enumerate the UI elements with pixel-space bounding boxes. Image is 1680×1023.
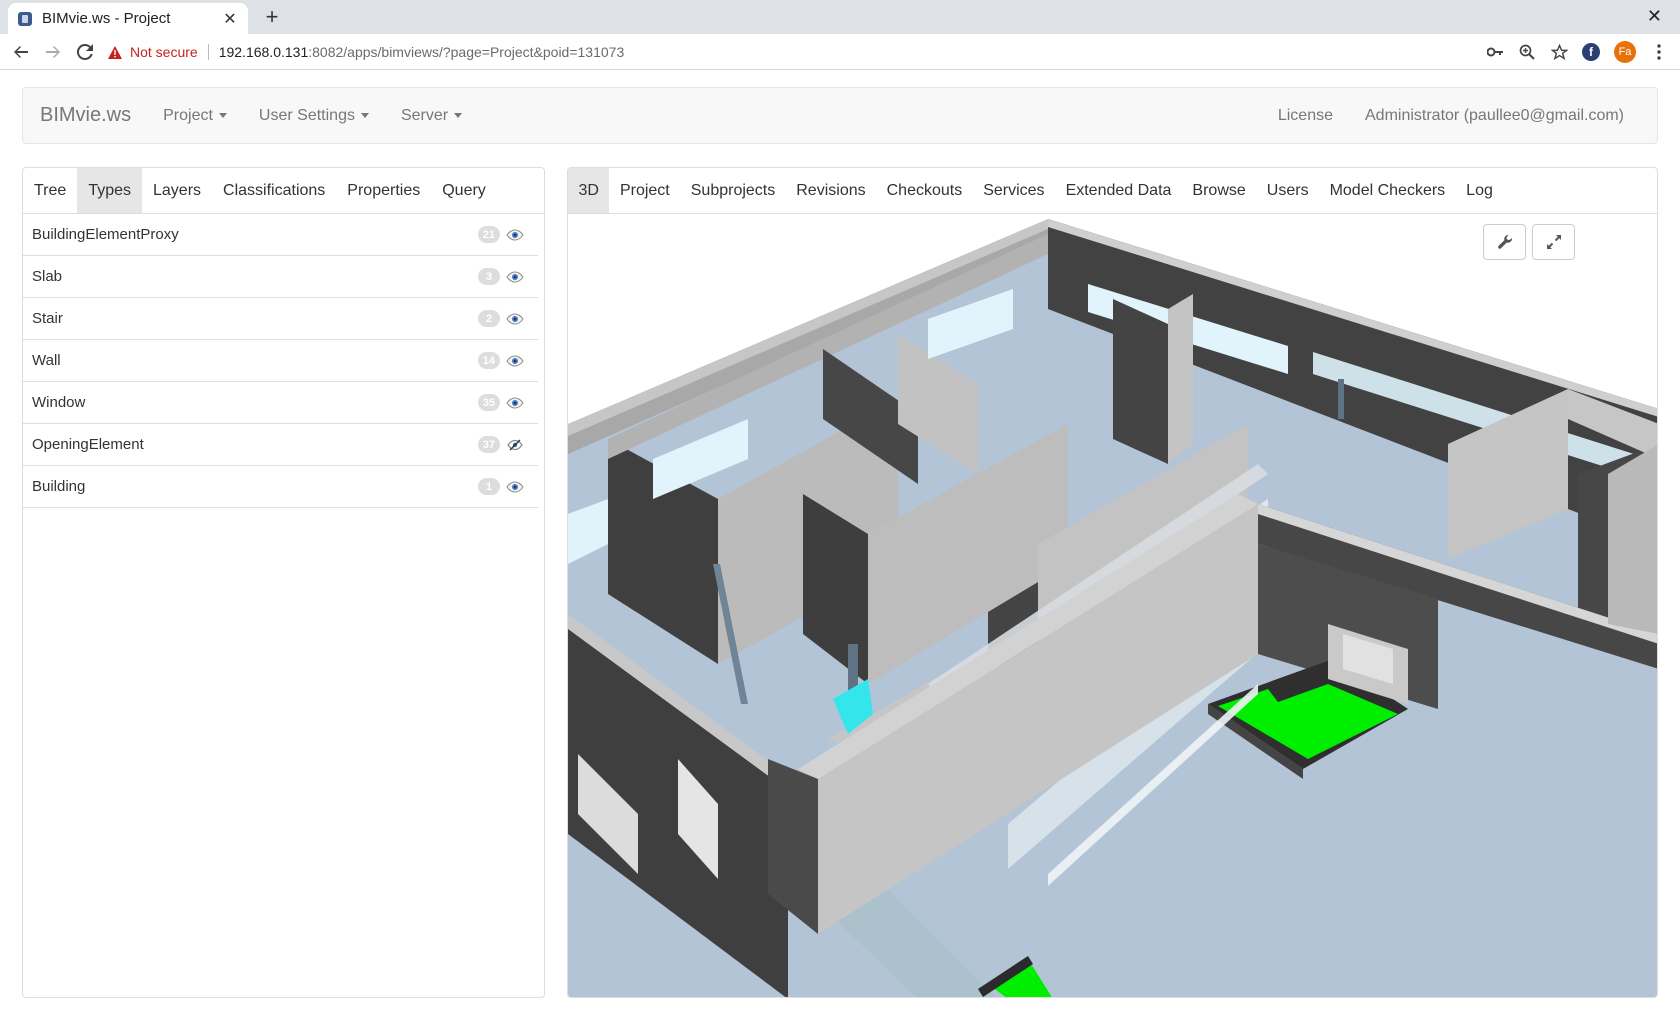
tab-revisions[interactable]: Revisions — [786, 168, 876, 213]
type-name: Wall — [32, 352, 61, 369]
navbar-right: License Administrator (paullee0@gmail.co… — [1262, 107, 1640, 125]
type-name: Building — [32, 478, 86, 495]
bookmark-star-icon[interactable] — [1550, 43, 1568, 61]
nav-user-settings-label: User Settings — [258, 106, 355, 124]
new-tab-button[interactable]: + — [260, 5, 284, 29]
type-count-badge: 3 — [478, 268, 500, 285]
reload-icon[interactable] — [74, 41, 96, 63]
tab-services[interactable]: Services — [973, 168, 1055, 213]
type-count-badge: 2 — [478, 310, 500, 327]
type-row[interactable]: Building 1 — [23, 466, 538, 508]
type-row[interactable]: OpeningElement 37 — [23, 424, 538, 466]
url-host: 192.168.0.131 — [218, 44, 309, 60]
wrench-icon[interactable] — [1483, 224, 1526, 260]
url-separator — [207, 44, 209, 60]
tab-3d[interactable]: 3D — [568, 168, 610, 213]
3d-viewport[interactable] — [568, 214, 1658, 998]
nav-user-settings-dropdown[interactable]: User Settings — [243, 107, 385, 125]
tab-checkouts[interactable]: Checkouts — [876, 168, 973, 213]
type-row[interactable]: Slab 3 — [23, 256, 538, 298]
types-list: BuildingElementProxy 21 Slab 3 Stair 2 Wall 14 W… — [23, 214, 544, 508]
project-panel: 3D Project Subprojects Revisions Checkouts Se… — [567, 167, 1658, 998]
type-count-badge: 21 — [477, 226, 500, 243]
type-name: BuildingElementProxy — [32, 226, 179, 243]
url-path: :8082/apps/bimviews/?page=Project&poid=1… — [308, 44, 625, 60]
warning-icon — [108, 45, 122, 59]
bimviews-favicon-icon — [18, 11, 32, 26]
browser-tab-title: BIMvie.ws - Project — [42, 10, 171, 27]
eye-slash-icon[interactable] — [506, 439, 524, 451]
nav-server-label: Server — [400, 106, 449, 124]
tab-properties[interactable]: Properties — [336, 168, 431, 213]
type-count-badge: 37 — [477, 436, 500, 453]
nav-server-dropdown[interactable]: Server — [385, 107, 478, 125]
tab-close-icon[interactable]: ✕ — [222, 9, 238, 29]
eye-icon[interactable] — [506, 270, 524, 283]
nav-license-link[interactable]: License — [1262, 107, 1349, 125]
tab-layers[interactable]: Layers — [142, 168, 212, 213]
browser-toolbar: Not secure 192.168.0.131 :8082/apps/bimv… — [0, 34, 1680, 70]
profile-avatar[interactable]: Fa — [1614, 41, 1636, 63]
eye-icon[interactable] — [506, 354, 524, 367]
nav-project-dropdown[interactable]: Project — [147, 107, 243, 125]
type-row[interactable]: BuildingElementProxy 21 — [23, 214, 538, 256]
browser-menu-icon[interactable] — [1650, 43, 1668, 61]
right-panel-tabs: 3D Project Subprojects Revisions Checkouts Se… — [568, 168, 1657, 214]
type-name: OpeningElement — [32, 436, 144, 453]
type-row[interactable]: Window 35 — [23, 382, 538, 424]
brand-logo[interactable]: BIMvie.ws — [40, 104, 131, 127]
type-count-badge: 1 — [478, 478, 500, 495]
tab-model-checkers[interactable]: Model Checkers — [1319, 168, 1456, 213]
browser-tab[interactable]: BIMvie.ws - Project ✕ — [8, 3, 248, 34]
eye-icon[interactable] — [506, 312, 524, 325]
address-bar[interactable]: Not secure 192.168.0.131 :8082/apps/bimv… — [108, 38, 1678, 66]
type-name: Slab — [32, 268, 63, 285]
tab-log[interactable]: Log — [1456, 168, 1504, 213]
eye-icon[interactable] — [506, 480, 524, 493]
type-name: Window — [32, 394, 86, 411]
app-navbar: BIMvie.ws Project User Settings Server L… — [22, 87, 1658, 144]
type-count-badge: 14 — [477, 352, 500, 369]
window-close-button[interactable]: ✕ — [1647, 6, 1662, 27]
tab-users[interactable]: Users — [1256, 168, 1319, 213]
caret-down-icon — [218, 113, 227, 118]
tab-types[interactable]: Types — [77, 168, 142, 213]
caret-down-icon — [360, 113, 369, 118]
tab-subprojects[interactable]: Subprojects — [680, 168, 786, 213]
tab-project[interactable]: Project — [609, 168, 680, 213]
types-panel: Tree Types Layers Classifications Properties… — [22, 167, 545, 998]
tab-extended-data[interactable]: Extended Data — [1055, 168, 1182, 213]
fedora-extension-icon[interactable]: f — [1582, 43, 1600, 61]
eye-icon[interactable] — [506, 228, 524, 241]
tab-tree[interactable]: Tree — [23, 168, 77, 213]
type-name: Stair — [32, 310, 63, 327]
type-row[interactable]: Stair 2 — [23, 298, 538, 340]
tab-classifications[interactable]: Classifications — [212, 168, 336, 213]
zoom-icon[interactable] — [1518, 43, 1536, 61]
tab-browse[interactable]: Browse — [1182, 168, 1256, 213]
3d-model-render[interactable] — [568, 214, 1658, 998]
toolbar-icons: f Fa — [1486, 34, 1668, 70]
type-row[interactable]: Wall 14 — [23, 340, 538, 382]
left-panel-tabs: Tree Types Layers Classifications Properties… — [23, 168, 544, 214]
back-arrow-icon[interactable] — [10, 41, 32, 63]
type-count-badge: 35 — [477, 394, 500, 411]
nav-project-label: Project — [163, 106, 213, 124]
key-icon[interactable] — [1486, 43, 1504, 61]
not-secure-label[interactable]: Not secure — [130, 44, 198, 60]
browser-tabstrip: BIMvie.ws - Project ✕ + ✕ — [0, 0, 1680, 34]
forward-arrow-icon[interactable] — [42, 41, 64, 63]
expand-icon[interactable] — [1532, 224, 1575, 260]
eye-icon[interactable] — [506, 396, 524, 409]
caret-down-icon — [454, 113, 463, 118]
nav-user-account-link[interactable]: Administrator (paullee0@gmail.com) — [1349, 107, 1640, 125]
tab-query[interactable]: Query — [431, 168, 497, 213]
